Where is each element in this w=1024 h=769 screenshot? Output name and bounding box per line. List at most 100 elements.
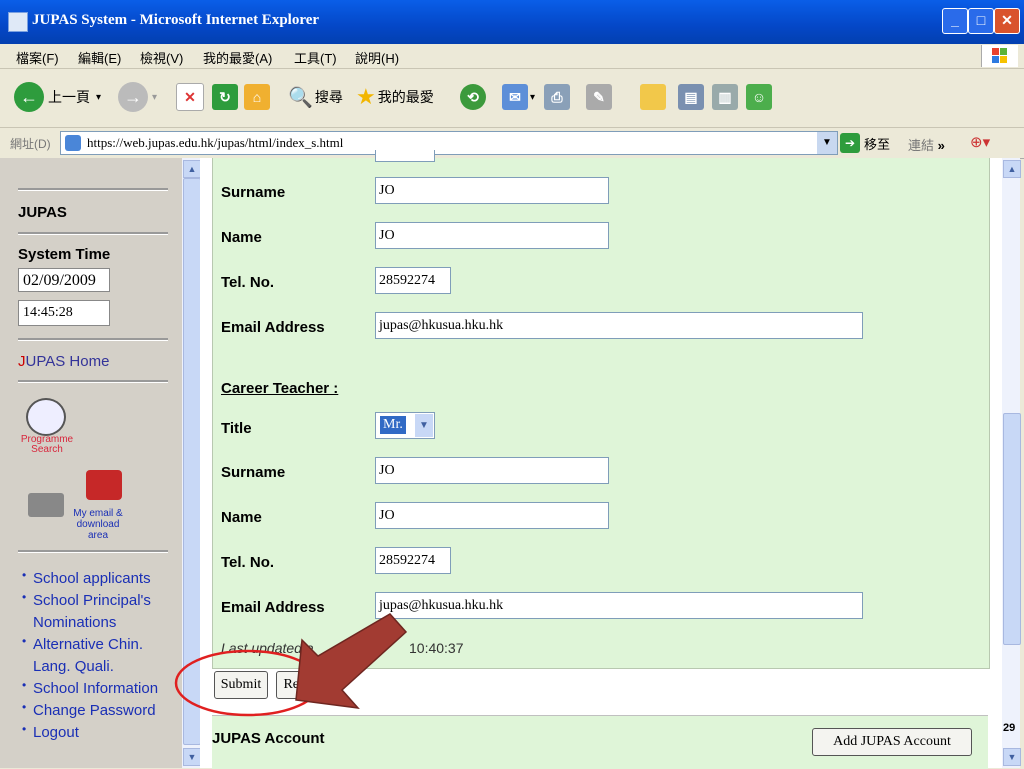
menu-view[interactable]: 檢視(V) xyxy=(140,48,183,67)
scroll-down-icon[interactable]: ▼ xyxy=(183,748,201,766)
sidebar-item-school-information[interactable]: School Information xyxy=(22,674,182,700)
forward-arrow-icon: → xyxy=(118,82,148,112)
maximize-button[interactable]: □ xyxy=(968,8,994,34)
menu-edit[interactable]: 編輯(E) xyxy=(78,48,121,67)
last-updated-label: Last updated a xyxy=(221,640,314,656)
add-jupas-account-button[interactable]: Add JUPAS Account xyxy=(812,728,972,756)
history-icon: ⟲ xyxy=(460,84,486,110)
career-surname-input[interactable]: JO xyxy=(375,457,609,484)
reset-button[interactable]: Reset xyxy=(276,671,322,699)
links-label[interactable]: 連結 » xyxy=(908,135,945,154)
principal-tel-label: Tel. No. xyxy=(221,274,275,291)
menu-tools[interactable]: 工具(T) xyxy=(294,48,337,67)
principal-surname-input[interactable]: JO xyxy=(375,177,609,204)
refresh-button[interactable]: ↻ xyxy=(212,80,238,114)
scroll-thumb[interactable] xyxy=(1003,413,1021,645)
principal-name-label: Name xyxy=(221,229,262,246)
research-icon: ▤ xyxy=(678,84,704,110)
career-title-select[interactable]: Mr. ▼ xyxy=(375,412,435,439)
stop-icon: ✕ xyxy=(176,83,204,111)
forward-dropdown-icon[interactable]: ▾ xyxy=(152,92,157,103)
edit-button[interactable]: ✎ xyxy=(586,80,612,114)
system-time-label: System Time xyxy=(18,246,111,263)
email-download-label[interactable]: My email & download area xyxy=(66,508,130,541)
translate-icon[interactable]: ⊕▾ xyxy=(970,133,990,151)
menu-help[interactable]: 說明(H) xyxy=(355,48,399,67)
principal-name-input[interactable]: JO xyxy=(375,222,609,249)
partial-field[interactable] xyxy=(375,150,435,162)
research-button[interactable]: ▤ xyxy=(678,80,704,114)
scroll-down-icon[interactable]: ▼ xyxy=(1003,748,1021,766)
fax-machine-icon xyxy=(28,493,64,517)
back-arrow-icon: ← xyxy=(14,82,44,112)
divider xyxy=(18,380,168,383)
sidebar-item-alt-chinese-quali[interactable]: Alternative Chin. Lang. Quali. xyxy=(22,630,182,678)
search-button[interactable]: 🔍 搜尋 xyxy=(288,80,343,114)
career-teacher-heading: Career Teacher : xyxy=(221,380,339,397)
forward-button[interactable]: → ▾ xyxy=(118,80,157,114)
back-dropdown-icon[interactable]: ▾ xyxy=(96,92,101,103)
career-tel-input[interactable]: 28592274 xyxy=(375,547,451,574)
search-icon: 🔍 xyxy=(288,86,313,109)
scroll-up-icon[interactable]: ▲ xyxy=(183,160,201,178)
submit-button[interactable]: Submit xyxy=(214,671,268,699)
window-title-bar: JUPAS System - Microsoft Internet Explor… xyxy=(0,0,1024,44)
scroll-thumb[interactable] xyxy=(183,178,201,745)
career-tel-label: Tel. No. xyxy=(221,554,275,571)
system-date-field: 02/09/2009 xyxy=(18,268,110,292)
messenger-button[interactable]: ☺ xyxy=(746,80,772,114)
browser-toolbar: ← 上一頁 ▾ → ▾ ✕ ↻ ⌂ 🔍 搜尋 ★ 我的最愛 ⟲ ✉ ▾ ⎙ ✎ ▤… xyxy=(0,69,1024,128)
career-email-input[interactable]: jupas@hkusua.hku.hk xyxy=(375,592,863,619)
mail-icon: ✉ xyxy=(502,84,528,110)
history-button[interactable]: ⟲ xyxy=(460,80,486,114)
favorites-label: 我的最愛 xyxy=(377,89,434,105)
address-dropdown-icon[interactable]: ▼ xyxy=(817,132,837,154)
sidebar-item-school-applicants[interactable]: School applicants xyxy=(22,564,182,590)
favorites-button[interactable]: ★ 我的最愛 xyxy=(356,80,434,114)
sidebar-scrollbar[interactable]: ▲ ▼ xyxy=(182,158,201,768)
folder-button[interactable] xyxy=(640,80,666,114)
mail-button[interactable]: ✉ ▾ xyxy=(502,80,535,114)
home-button[interactable]: ⌂ xyxy=(244,80,270,114)
menu-favorites[interactable]: 我的最愛(A) xyxy=(203,48,272,67)
jupas-home-link[interactable]: JUPAS Home xyxy=(18,353,109,370)
address-bar: 網址(D) https://web.jupas.edu.hk/jupas/htm… xyxy=(0,128,1024,159)
jupas-account-section: JUPAS Account Add JUPAS Account xyxy=(212,715,988,769)
divider xyxy=(18,338,168,341)
go-button[interactable]: ➔ 移至 xyxy=(840,133,890,153)
programme-search-label[interactable]: Programme Search xyxy=(18,435,76,455)
career-title-label: Title xyxy=(221,420,252,437)
go-arrow-icon: ➔ xyxy=(840,133,860,153)
print-icon: ⎙ xyxy=(544,84,570,110)
windows-logo-icon xyxy=(981,45,1018,67)
main-scrollbar[interactable]: ▲ ▼ xyxy=(1002,158,1021,768)
discuss-button[interactable]: ▥ xyxy=(712,80,738,114)
sidebar-links: School applicants School Principal's Nom… xyxy=(22,564,182,744)
chevron-down-icon[interactable]: ▼ xyxy=(415,414,433,437)
back-button[interactable]: ← 上一頁 ▾ xyxy=(14,80,101,114)
stop-button[interactable]: ✕ xyxy=(176,80,204,114)
career-name-input[interactable]: JO xyxy=(375,502,609,529)
principal-tel-input[interactable]: 28592274 xyxy=(375,267,451,294)
menu-file[interactable]: 檔案(F) xyxy=(16,48,59,67)
refresh-icon: ↻ xyxy=(212,84,238,110)
main-content: Surname JO Name JO Tel. No. 28592274 Ema… xyxy=(200,150,1002,769)
home-icon: ⌂ xyxy=(244,84,270,110)
principal-email-input[interactable]: jupas@hkusua.hku.hk xyxy=(375,312,863,339)
programme-search-icon[interactable] xyxy=(26,398,66,436)
minimize-button[interactable]: _ xyxy=(942,8,968,34)
print-button[interactable]: ⎙ xyxy=(544,80,570,114)
sidebar-heading: JUPAS xyxy=(18,204,67,221)
email-download-icon[interactable] xyxy=(86,470,122,500)
back-label: 上一頁 xyxy=(48,89,90,105)
career-surname-label: Surname xyxy=(221,464,286,481)
sidebar-item-change-password[interactable]: Change Password xyxy=(22,696,182,722)
sidebar-item-principals-nominations[interactable]: School Principal's Nominations xyxy=(22,586,182,634)
scroll-up-icon[interactable]: ▲ xyxy=(1003,160,1021,178)
address-input[interactable]: https://web.jupas.edu.hk/jupas/html/inde… xyxy=(60,131,838,155)
sidebar-item-logout[interactable]: Logout xyxy=(22,718,182,744)
close-button[interactable]: ✕ xyxy=(994,8,1020,34)
go-label: 移至 xyxy=(864,136,891,152)
system-time-field: 14:45:28 xyxy=(18,300,110,326)
star-icon: ★ xyxy=(356,84,376,109)
